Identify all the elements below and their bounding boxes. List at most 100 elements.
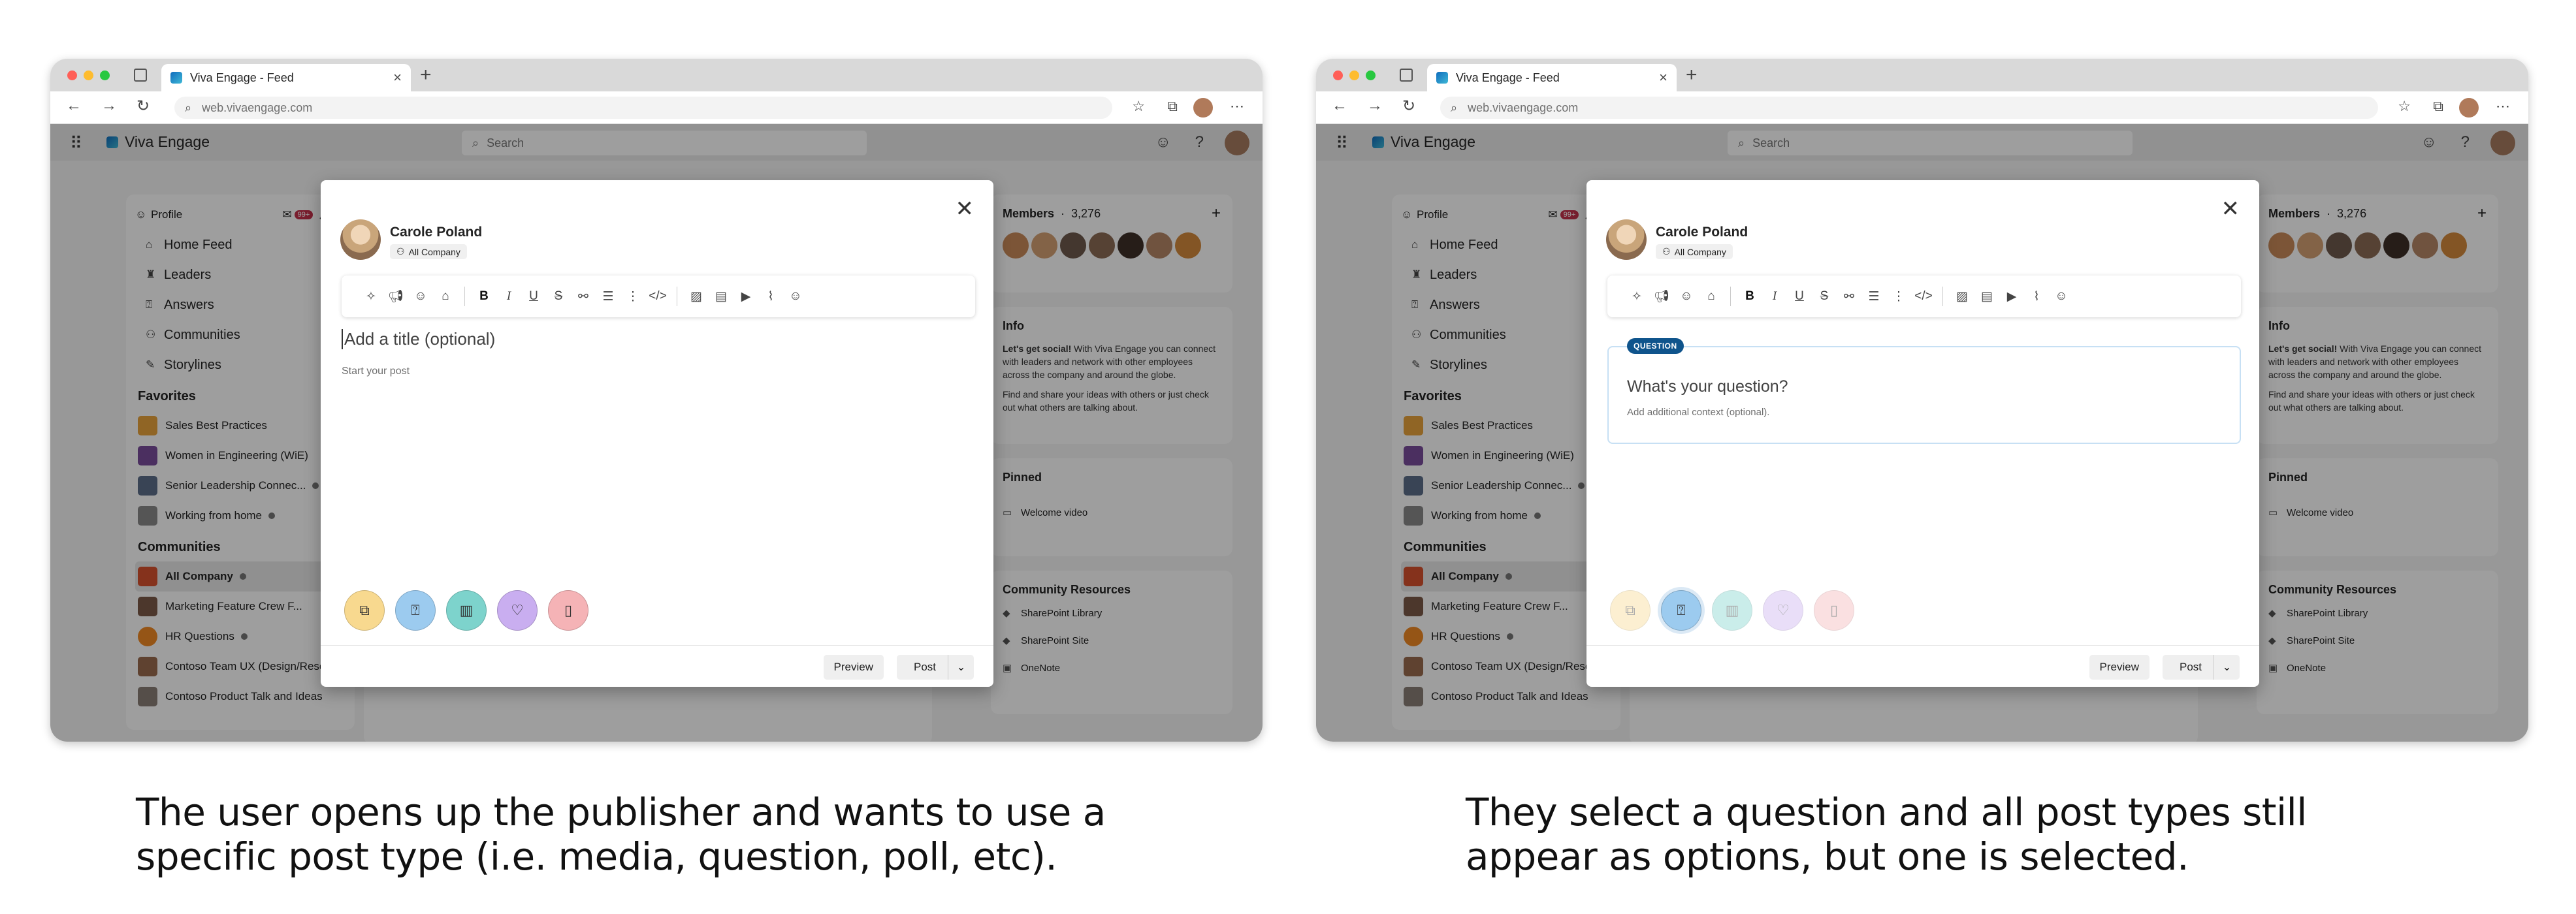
bulleted-list-icon[interactable]: ☰ xyxy=(1861,289,1886,304)
chevron-down-icon[interactable]: ⌄ xyxy=(2214,655,2240,680)
more-icon[interactable]: ⋯ xyxy=(2496,98,2510,115)
bulleted-list-icon[interactable]: ☰ xyxy=(596,289,620,304)
more-icon[interactable]: ⋯ xyxy=(1230,98,1244,115)
italic-icon[interactable]: I xyxy=(496,289,521,304)
post-type-praise-button[interactable]: ♡ xyxy=(1763,590,1803,631)
gif-icon[interactable]: ▤ xyxy=(1974,289,1999,304)
post-type-praise-button[interactable]: ♡ xyxy=(497,590,538,631)
group-icon: ⚇ xyxy=(396,246,405,257)
post-type-selector: ⧉ ⍰ ▥ ♡ ▯ xyxy=(1610,590,1854,631)
audience-selector[interactable]: ⚇ All Company xyxy=(1656,244,1733,259)
browser-tab-bar: Viva Engage - Feed × + xyxy=(1316,59,2528,91)
announcement-icon[interactable]: 📢︎ xyxy=(1649,289,1674,304)
title-input[interactable]: Add a title (optional) xyxy=(342,329,495,349)
collections-icon[interactable]: ⧉ xyxy=(2433,98,2443,115)
post-type-article-button[interactable]: ▯ xyxy=(548,590,588,631)
close-icon[interactable]: ✕ xyxy=(956,196,974,222)
bold-icon[interactable]: B xyxy=(472,289,496,304)
browser-tab[interactable]: Viva Engage - Feed × xyxy=(1427,64,1677,91)
post-type-question-button[interactable]: ⍰ xyxy=(1661,590,1701,631)
mention-icon[interactable]: ☺ xyxy=(1674,289,1699,304)
post-type-article-button[interactable]: ▯ xyxy=(1814,590,1854,631)
attach-icon[interactable]: ⌇ xyxy=(2024,289,2049,304)
underline-icon[interactable]: U xyxy=(521,289,546,304)
announcement-icon[interactable]: 📢︎ xyxy=(383,289,408,304)
preview-button[interactable]: Preview xyxy=(2089,655,2149,680)
tab-title: Viva Engage - Feed xyxy=(190,71,294,84)
publisher-footer: Preview Post ⌄ xyxy=(1586,645,2259,687)
audience-selector[interactable]: ⚇ All Company xyxy=(390,244,467,259)
tag-icon[interactable]: ⌂ xyxy=(433,289,458,304)
url-text: web.vivaengage.com xyxy=(202,101,313,114)
post-type-discussion-button[interactable]: ⧉ xyxy=(1610,590,1650,631)
strikethrough-icon[interactable]: S xyxy=(546,289,571,304)
browser-profile-avatar[interactable] xyxy=(2459,98,2479,118)
underline-icon[interactable]: U xyxy=(1787,289,1812,304)
tab-actions-icon[interactable] xyxy=(1400,69,1413,82)
close-icon[interactable]: ✕ xyxy=(2221,196,2240,222)
ai-assist-icon[interactable]: ✧ xyxy=(1624,289,1649,304)
address-bar[interactable]: ⌕ web.vivaengage.com xyxy=(174,97,1112,119)
toolbar-divider xyxy=(1942,287,1943,306)
post-button-group: Post ⌄ xyxy=(2163,655,2240,680)
bold-icon[interactable]: B xyxy=(1737,289,1762,304)
numbered-list-icon[interactable]: ⋮ xyxy=(1886,289,1911,304)
forward-icon[interactable]: → xyxy=(101,97,117,115)
link-icon[interactable]: ⚯ xyxy=(571,289,596,304)
close-window-icon[interactable] xyxy=(67,71,77,80)
code-icon[interactable]: </> xyxy=(1911,289,1936,304)
collections-icon[interactable]: ⧉ xyxy=(1167,98,1178,115)
gif-icon[interactable]: ▤ xyxy=(709,289,733,304)
code-icon[interactable]: </> xyxy=(645,289,670,304)
question-input[interactable]: What's your question? xyxy=(1627,377,2221,396)
attach-icon[interactable]: ⌇ xyxy=(758,289,783,304)
image-icon[interactable]: ▨ xyxy=(1950,289,1974,304)
refresh-icon[interactable]: ↻ xyxy=(1402,97,1415,116)
preview-button[interactable]: Preview xyxy=(823,655,884,680)
question-icon: ⍰ xyxy=(411,602,420,618)
post-button[interactable]: Post xyxy=(897,661,948,674)
post-type-selector: ⧉ ⍰ ▥ ♡ ▯ xyxy=(344,590,588,631)
forward-icon[interactable]: → xyxy=(1367,97,1383,115)
post-type-poll-button[interactable]: ▥ xyxy=(446,590,487,631)
post-type-discussion-button[interactable]: ⧉ xyxy=(344,590,385,631)
context-input[interactable]: Add additional context (optional). xyxy=(1627,407,2221,418)
post-type-poll-button[interactable]: ▥ xyxy=(1712,590,1752,631)
link-icon[interactable]: ⚯ xyxy=(1837,289,1861,304)
back-icon[interactable]: ← xyxy=(1332,97,1347,115)
close-window-icon[interactable] xyxy=(1333,71,1343,80)
tag-icon[interactable]: ⌂ xyxy=(1699,289,1724,304)
ai-assist-icon[interactable]: ✧ xyxy=(359,289,383,304)
numbered-list-icon[interactable]: ⋮ xyxy=(620,289,645,304)
image-icon[interactable]: ▨ xyxy=(684,289,709,304)
formatting-toolbar: ✧ 📢︎ ☺ ⌂ B I U S ⚯ ☰ ⋮ </> ▨ ▤ ▶ ⌇ ☺ xyxy=(342,276,975,317)
emoji-icon[interactable]: ☺ xyxy=(2049,289,2074,304)
refresh-icon[interactable]: ↻ xyxy=(137,97,150,116)
emoji-icon[interactable]: ☺ xyxy=(783,289,808,304)
maximize-window-icon[interactable] xyxy=(1366,71,1376,80)
browser-profile-avatar[interactable] xyxy=(1193,98,1213,118)
close-tab-icon[interactable]: × xyxy=(1659,69,1667,86)
tab-actions-icon[interactable] xyxy=(134,69,147,82)
mention-icon[interactable]: ☺ xyxy=(408,289,433,304)
chevron-down-icon[interactable]: ⌄ xyxy=(948,655,974,680)
minimize-window-icon[interactable] xyxy=(1349,71,1359,80)
video-icon[interactable]: ▶ xyxy=(1999,289,2024,304)
post-type-question-button[interactable]: ⍰ xyxy=(395,590,436,631)
maximize-window-icon[interactable] xyxy=(100,71,110,80)
question-editor[interactable]: QUESTION What's your question? Add additio… xyxy=(1607,338,2241,444)
post-button[interactable]: Post xyxy=(2163,661,2214,674)
strikethrough-icon[interactable]: S xyxy=(1812,289,1837,304)
video-icon[interactable]: ▶ xyxy=(733,289,758,304)
minimize-window-icon[interactable] xyxy=(84,71,93,80)
new-tab-icon[interactable]: + xyxy=(1686,64,1698,86)
favorites-icon[interactable]: ☆ xyxy=(2398,98,2411,115)
back-icon[interactable]: ← xyxy=(66,97,82,115)
new-tab-icon[interactable]: + xyxy=(420,64,432,86)
close-tab-icon[interactable]: × xyxy=(393,69,402,86)
favorites-icon[interactable]: ☆ xyxy=(1132,98,1145,115)
italic-icon[interactable]: I xyxy=(1762,289,1787,304)
browser-tab[interactable]: Viva Engage - Feed × xyxy=(161,64,411,91)
body-input[interactable]: Start your post xyxy=(342,366,410,377)
address-bar[interactable]: ⌕ web.vivaengage.com xyxy=(1440,97,2378,119)
